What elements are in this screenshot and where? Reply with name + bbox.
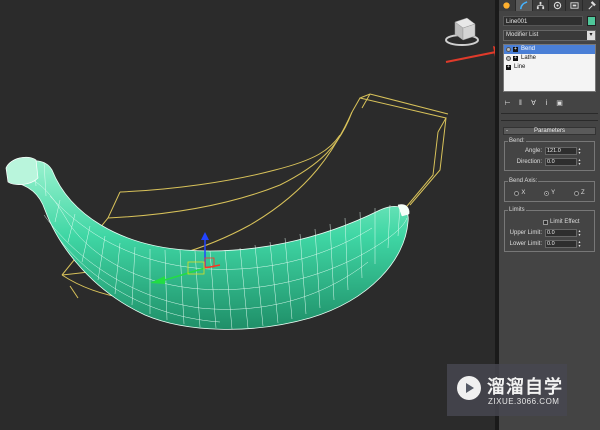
limit-effect-checkbox[interactable]: Limit Effect bbox=[543, 218, 580, 226]
modifier-list-label: Modifier List bbox=[506, 32, 539, 38]
hierarchy-tab[interactable] bbox=[532, 0, 550, 11]
axis-z-radio[interactable]: Z bbox=[573, 189, 585, 197]
chevron-down-icon: ▾ bbox=[587, 31, 595, 40]
direction-spinner[interactable]: ▴ ▾ bbox=[577, 158, 582, 166]
stack-item-lathe[interactable]: + Lathe bbox=[504, 54, 595, 63]
motion-tab[interactable] bbox=[549, 0, 567, 11]
object-name-field[interactable]: Line001 bbox=[503, 16, 583, 26]
bend-group-title: Bend: bbox=[508, 138, 526, 145]
motion-icon bbox=[553, 1, 562, 10]
stack-item-line[interactable]: + Line bbox=[504, 63, 595, 72]
stack-item-bend[interactable]: + Bend bbox=[504, 45, 595, 54]
modify-icon bbox=[520, 1, 528, 10]
axis-y-radio[interactable]: Y bbox=[544, 189, 555, 197]
limits-group-title: Limits bbox=[508, 207, 526, 214]
angle-row: Angle: 121.0 ▴ ▾ bbox=[505, 147, 594, 156]
pin-icon: ⊢ bbox=[504, 100, 511, 107]
play-logo-icon bbox=[457, 376, 481, 400]
axis-x-radio[interactable]: X bbox=[514, 189, 525, 197]
limits-group: Limits Limit Effect Upper Limit: 0.0 ▴ ▾ … bbox=[504, 207, 595, 252]
expand-icon[interactable]: + bbox=[513, 56, 518, 61]
collapse-icon: - bbox=[506, 128, 508, 134]
utilities-icon bbox=[587, 1, 596, 10]
bend-axis-group: Bend Axis: X Y Z bbox=[504, 178, 595, 202]
display-tab[interactable] bbox=[566, 0, 584, 11]
lower-limit-row: Lower Limit: 0.0 ▴ ▾ bbox=[505, 240, 594, 249]
configure-icon: ▣ bbox=[556, 100, 563, 107]
configure-sets-button[interactable]: ▣ bbox=[555, 98, 564, 108]
utilities-tab[interactable] bbox=[583, 0, 600, 11]
watermark-title: 溜溜自学 bbox=[487, 377, 563, 397]
divider bbox=[501, 113, 598, 114]
parameters-title: Parameters bbox=[533, 128, 565, 134]
bend-axis-group-title: Bend Axis: bbox=[508, 178, 539, 185]
angle-input[interactable]: 121.0 bbox=[545, 147, 577, 155]
viewcube-icon[interactable] bbox=[445, 17, 479, 46]
upper-limit-label: Upper Limit: bbox=[509, 230, 542, 236]
modifier-stack: + Bend + Lathe + Line bbox=[503, 44, 596, 92]
show-end-result-button[interactable]: ‖ bbox=[516, 98, 525, 108]
bend-group: Bend: Angle: 121.0 ▴ ▾ Direction: 0.0 ▴ ▾ bbox=[504, 138, 595, 171]
limit-effect-label: Limit Effect bbox=[550, 219, 580, 225]
create-icon bbox=[503, 2, 511, 9]
pin-stack-button[interactable]: ⊢ bbox=[503, 98, 512, 108]
viewport-scene bbox=[5, 17, 495, 330]
parameters-rollout-header[interactable]: - Parameters bbox=[503, 127, 596, 135]
lower-limit-label: Lower Limit: bbox=[509, 241, 542, 247]
display-icon bbox=[570, 2, 579, 9]
object-color-swatch[interactable] bbox=[587, 16, 596, 26]
modifier-list-dropdown[interactable]: Modifier List ▾ bbox=[503, 30, 596, 41]
watermark-url: ZIXUE.3066.COM bbox=[488, 397, 560, 406]
modify-tab[interactable] bbox=[515, 0, 533, 11]
banana-mesh[interactable] bbox=[5, 156, 410, 330]
watermark: 溜溜自学 ZIXUE.3066.COM bbox=[447, 364, 567, 416]
upper-limit-row: Upper Limit: 0.0 ▴ ▾ bbox=[505, 229, 594, 238]
stack-toolbar: ⊢ ‖ ∀ ⅰ ▣ bbox=[503, 98, 596, 110]
make-unique-icon: ∀ bbox=[531, 100, 536, 107]
upper-limit-input[interactable]: 0.0 bbox=[545, 229, 577, 237]
divider bbox=[501, 120, 598, 121]
lower-limit-input[interactable]: 0.0 bbox=[545, 240, 577, 248]
hierarchy-icon bbox=[536, 1, 545, 10]
make-unique-button[interactable]: ∀ bbox=[529, 98, 538, 108]
expand-icon[interactable]: + bbox=[513, 47, 518, 52]
expand-icon[interactable]: + bbox=[506, 65, 511, 70]
stack-item-label: Line bbox=[514, 64, 526, 70]
remove-modifier-button[interactable]: ⅰ bbox=[542, 98, 551, 108]
end-result-icon: ‖ bbox=[519, 99, 522, 107]
bend-axis-radios: X Y Z bbox=[505, 189, 594, 197]
upper-limit-spinner[interactable]: ▴ ▾ bbox=[577, 229, 582, 237]
create-tab[interactable] bbox=[499, 0, 516, 11]
stack-item-label: Lathe bbox=[521, 55, 537, 61]
command-panel-tabs bbox=[499, 0, 600, 12]
checkbox-icon[interactable] bbox=[543, 219, 548, 225]
perspective-viewport[interactable] bbox=[0, 0, 495, 430]
stack-item-label: Bend bbox=[521, 46, 536, 52]
direction-label: Direction: bbox=[516, 159, 542, 165]
direction-row: Direction: 0.0 ▴ ▾ bbox=[505, 158, 594, 167]
lightbulb-icon[interactable] bbox=[506, 47, 511, 52]
trash-icon: ⅰ bbox=[545, 100, 548, 107]
direction-input[interactable]: 0.0 bbox=[545, 158, 577, 166]
angle-label: Angle: bbox=[524, 148, 542, 154]
lower-limit-spinner[interactable]: ▴ ▾ bbox=[577, 240, 582, 248]
annotation-arrow bbox=[445, 46, 495, 63]
angle-spinner[interactable]: ▴ ▾ bbox=[577, 147, 582, 155]
lightbulb-icon[interactable] bbox=[506, 56, 511, 61]
